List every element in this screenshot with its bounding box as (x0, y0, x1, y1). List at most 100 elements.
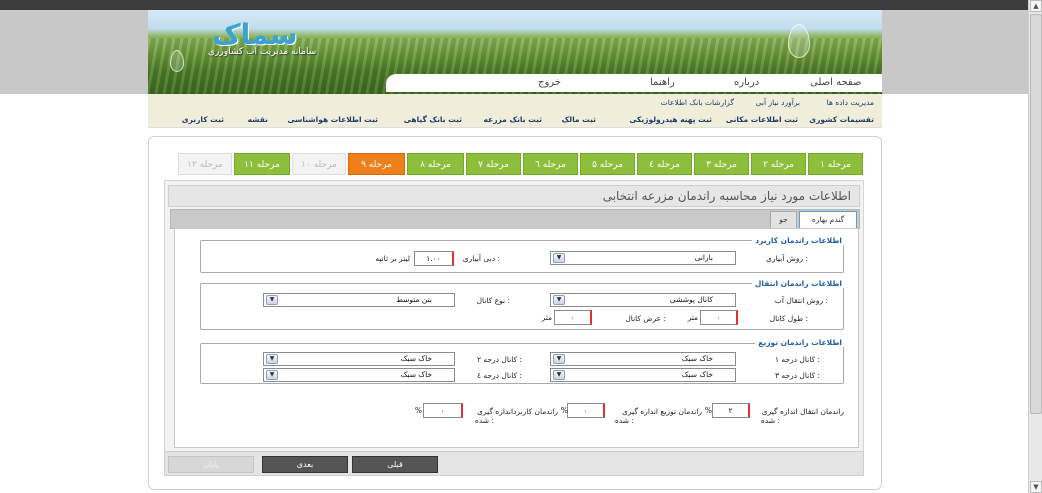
channel-length-label: طول کانال : (769, 314, 808, 323)
water-drop-icon (170, 50, 184, 72)
subnav-owner[interactable]: ثبت مالک (562, 115, 596, 124)
flow-label: دبی آبیاری : (462, 254, 500, 263)
channel-grade-3-select[interactable]: ▼ خاک سبک (550, 368, 736, 382)
channel-grade-2-label: کانال درجه ۲ : (476, 355, 522, 364)
measured-transfer-label-2: شده : (760, 416, 780, 425)
channel-grade-2-select[interactable]: ▼ خاک سبک (263, 352, 455, 366)
subnav-water-requirement[interactable]: برآورد نیاز آبی (756, 98, 800, 107)
flow-unit: لیتر بر ثانیه (375, 254, 410, 263)
step-3[interactable]: مرحله ۳ (694, 153, 749, 175)
nav-about[interactable]: درباره (734, 77, 759, 88)
crop-tabstrip (170, 209, 860, 229)
step-4[interactable]: مرحله ٤ (637, 153, 692, 175)
transfer-method-value: کانال پوششی (669, 295, 713, 304)
site-logo-subtitle: سامانه مدیریت آب کشاورزی (208, 47, 317, 57)
measured-distribution-label-2: شده : (614, 416, 634, 425)
step-10: مرحله ۱۰ (292, 153, 346, 175)
subnav-user-register[interactable]: ثبت کاربری (182, 115, 224, 124)
measured-transfer-percent: % (704, 406, 712, 415)
step-6[interactable]: مرحله ٦ (523, 153, 578, 175)
chevron-down-icon: ▼ (553, 253, 565, 263)
step-1[interactable]: مرحله ۱ (808, 153, 863, 175)
prev-button[interactable]: قبلی (352, 456, 438, 473)
page-margin-right (882, 10, 1028, 94)
channel-grade-4-label: کانال درجه ٤ : (476, 371, 522, 380)
main-nav: صفحه اصلی درباره راهنما خروج (386, 74, 882, 92)
finish-button: پایان (168, 456, 254, 473)
measured-transfer-label: راندمان انتقال اندازه گیری (761, 407, 844, 416)
channel-type-value: بتن متوسط (395, 295, 432, 304)
measured-usage-label-2: شده : (474, 416, 494, 425)
channel-type-label: نوع کانال : (476, 296, 510, 305)
step-11[interactable]: مرحله ۱۱ (234, 153, 290, 175)
measured-distribution-input[interactable]: ۰ (567, 403, 605, 418)
browser-top-bar (0, 0, 1042, 10)
sub-nav-top: مدیریت داده ها برآورد نیاز آبی گزارشات ب… (148, 94, 882, 112)
step-8[interactable]: مرحله ۸ (407, 153, 464, 175)
step-12: مرحله ۱۲ (178, 153, 232, 175)
transfer-efficiency-legend: اطلاعات راندمان انتقال (751, 279, 845, 288)
nav-home[interactable]: صفحه اصلی (810, 77, 861, 88)
subnav-farm-bank[interactable]: ثبت بانک مزرعه (484, 115, 542, 124)
channel-grade-2-value: خاک سبک (400, 354, 432, 363)
scroll-down-arrow-icon[interactable]: ▼ (1030, 481, 1042, 493)
step-5[interactable]: مرحله ۵ (580, 153, 635, 175)
channel-grade-3-value: خاک سبک (681, 370, 713, 379)
usage-efficiency-legend: اطلاعات راندمان کاربرد (752, 236, 845, 245)
usage-efficiency-group (200, 240, 844, 273)
distribution-efficiency-legend: اطلاعات راندمان توزیع (755, 338, 845, 347)
step-9-active[interactable]: مرحله ۹ (348, 153, 405, 175)
subnav-data-management[interactable]: مدیریت داده ها (827, 98, 874, 107)
channel-grade-1-value: خاک سبک (681, 354, 713, 363)
measured-distribution-percent: % (560, 406, 568, 415)
chevron-down-icon: ▼ (266, 354, 278, 364)
measured-distribution-label: راندمان توزیع اندازه گیری (622, 407, 702, 416)
subnav-hydrological-zone[interactable]: ثبت پهنه هیدرولوژیکی (629, 115, 712, 124)
channel-type-select[interactable]: ▼ بتن متوسط (263, 293, 455, 307)
measured-usage-percent: % (414, 406, 422, 415)
chevron-down-icon: ▼ (553, 370, 565, 380)
transfer-method-select[interactable]: ▼ کانال پوششی (550, 293, 736, 307)
channel-grade-4-select[interactable]: ▼ خاک سبک (263, 368, 455, 382)
form-title: اطلاعات مورد نیاز محاسبه راندمان مزرعه ا… (168, 185, 860, 207)
channel-width-label: عرض کانال : (625, 314, 666, 323)
subnav-weather-info[interactable]: ثبت اطلاعات هواشناسی (287, 115, 378, 124)
subnav-spatial-info[interactable]: ثبت اطلاعات مکانی (726, 115, 798, 124)
irrigation-method-label: روش آبیاری : (766, 254, 808, 263)
channel-length-unit: متر (687, 313, 698, 322)
vertical-scrollbar[interactable]: ▲ ▼ (1028, 0, 1042, 493)
scroll-thumb[interactable] (1030, 14, 1042, 414)
tab-barley[interactable]: جو (770, 211, 797, 229)
flow-input[interactable]: ۱.۰۰ (414, 251, 454, 266)
chevron-down-icon: ▼ (553, 295, 565, 305)
nav-help[interactable]: راهنما (650, 77, 675, 88)
chevron-down-icon: ▼ (266, 295, 278, 305)
step-2[interactable]: مرحله ۲ (751, 153, 806, 175)
channel-grade-4-value: خاک سبک (400, 370, 432, 379)
subnav-plant-bank[interactable]: ثبت بانک گیاهی (404, 115, 462, 124)
site-banner: سماک سامانه مدیریت آب کشاورزی صفحه اصلی … (148, 10, 882, 94)
transfer-method-label: روش انتقال آب : (774, 296, 828, 305)
channel-length-input[interactable]: ۰ (700, 310, 738, 325)
chevron-down-icon: ▼ (266, 370, 278, 380)
irrigation-method-select[interactable]: ▼ بارانی (550, 251, 736, 265)
subnav-map[interactable]: نقشه (248, 115, 268, 124)
measured-transfer-input[interactable]: ۲ (712, 403, 750, 418)
irrigation-method-value: بارانی (694, 253, 713, 262)
sub-nav-bottom: تقسیمات کشوری ثبت اطلاعات مکانی ثبت پهنه… (148, 112, 882, 128)
measured-usage-input[interactable]: ۰ (423, 403, 463, 418)
channel-grade-1-select[interactable]: ▼ خاک سبک (550, 352, 736, 366)
tab-spring-wheat[interactable]: گندم بهاره (799, 211, 857, 229)
channel-grade-3-label: کانال درجه ۳ : (774, 371, 820, 380)
scroll-up-arrow-icon[interactable]: ▲ (1030, 0, 1042, 12)
next-button[interactable]: بعدی (262, 456, 348, 473)
page-margin-left (0, 10, 148, 94)
measured-usage-label: راندمان کاربرداندازه گیری (477, 407, 558, 416)
step-7[interactable]: مرحله ۷ (466, 153, 521, 175)
water-drop-icon (788, 24, 810, 58)
nav-logout[interactable]: خروج (538, 77, 561, 88)
channel-grade-1-label: کانال درجه ۱ : (774, 355, 820, 364)
channel-width-input[interactable]: ۰ (554, 310, 592, 325)
subnav-divisions[interactable]: تقسیمات کشوری (809, 115, 874, 124)
subnav-database-reports[interactable]: گزارشات بانک اطلاعات (661, 98, 734, 107)
